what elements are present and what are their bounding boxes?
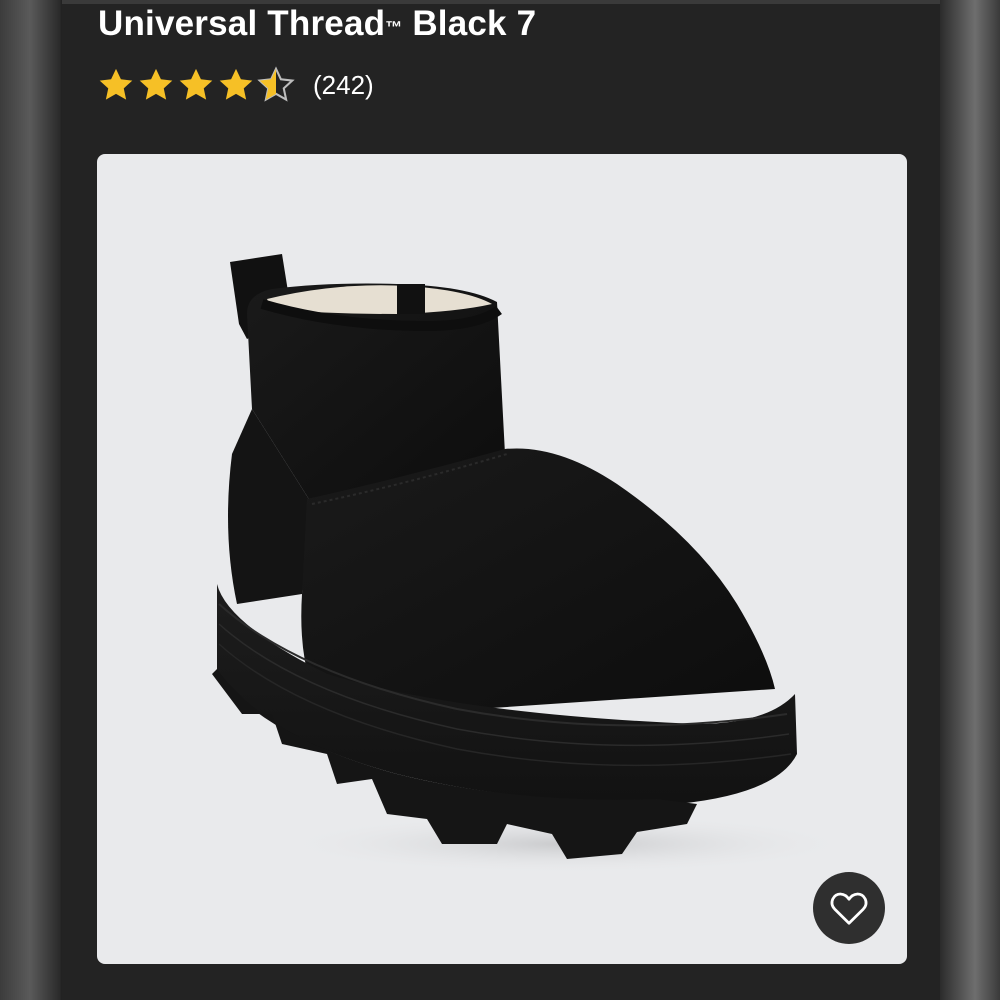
star-rating <box>97 66 295 104</box>
star-full-icon <box>99 68 133 100</box>
trademark-symbol: ™ <box>385 18 403 37</box>
review-count[interactable]: (242) <box>313 66 374 104</box>
boot-product-photo <box>212 254 857 874</box>
star-full-icon <box>139 68 173 100</box>
star-full-icon <box>219 68 253 100</box>
star-full-icon <box>179 68 213 100</box>
app-frame: Universal Thread™ Black 7 (242) <box>0 0 1000 1000</box>
product-title-suffix: Black 7 <box>402 4 537 43</box>
heart-outline-icon <box>830 892 868 925</box>
product-image-card[interactable] <box>97 154 907 964</box>
product-title: Universal Thread™ Black 7 <box>98 4 536 44</box>
star-half-icon <box>257 66 295 102</box>
product-title-brand: Universal Thread <box>98 4 386 43</box>
rating-row[interactable]: (242) <box>97 66 374 104</box>
product-screen: Universal Thread™ Black 7 (242) <box>62 0 940 1000</box>
favorite-button[interactable] <box>813 872 885 944</box>
